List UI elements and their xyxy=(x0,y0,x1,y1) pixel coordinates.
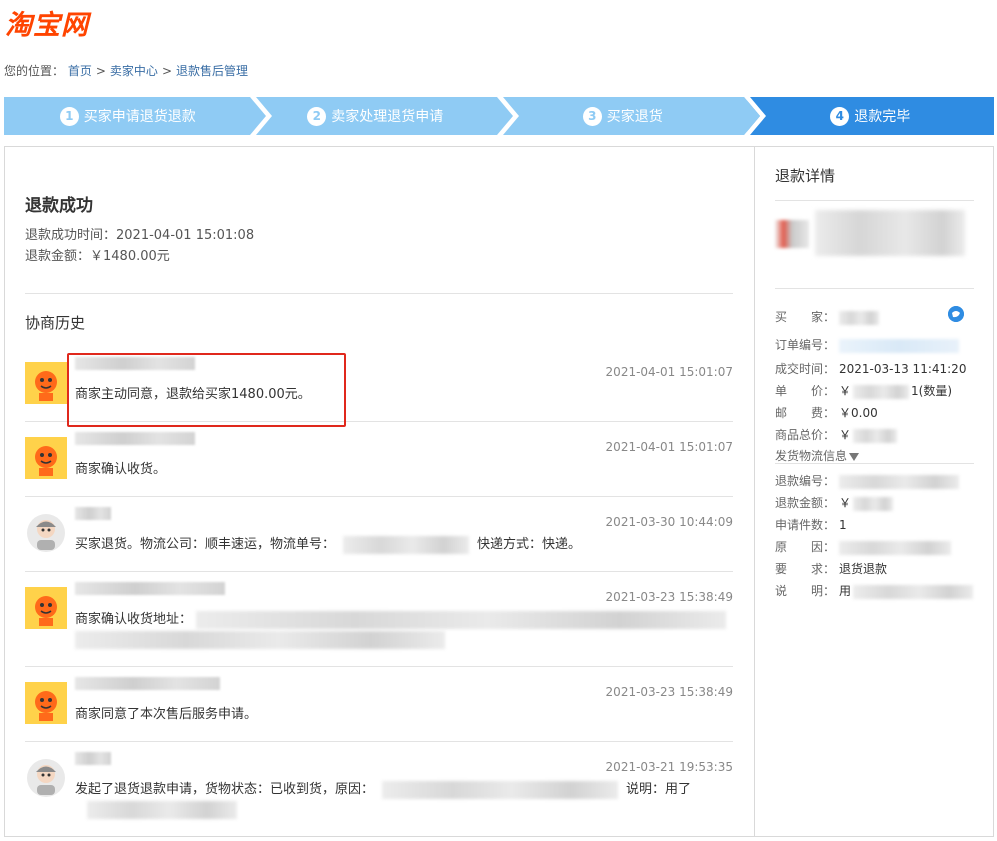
history-record: 2021-03-21 19:53:35 发起了退货退款申请，货物状态：已收到货，… xyxy=(25,749,733,836)
divider xyxy=(775,200,974,201)
step-number: 4 xyxy=(830,106,850,126)
record-time: 2021-04-01 15:01:07 xyxy=(605,440,733,454)
step-label: 退款完毕 xyxy=(854,109,911,125)
detail-unit-price: 单 价： ￥ 1(数量) xyxy=(775,384,953,399)
history-record: 2021-04-01 15:01:07 商家确认收货。 xyxy=(25,429,733,497)
record-time: 2021-03-30 10:44:09 xyxy=(605,515,733,529)
detail-refund-amount: 退款金额： ￥ xyxy=(775,494,894,511)
seller-avatar-icon xyxy=(25,437,67,479)
seller-avatar-icon xyxy=(25,587,67,629)
step-label: 买家申请退货退款 xyxy=(83,109,196,125)
step-number: 3 xyxy=(582,106,602,126)
breadcrumb-sep: > xyxy=(161,64,172,78)
refund-detail-title: 退款详情 xyxy=(775,167,836,185)
product-info-masked[interactable] xyxy=(775,208,970,260)
detail-total-price: 商品总价： ￥ xyxy=(775,426,898,443)
buyer-avatar-icon xyxy=(25,757,67,799)
divider xyxy=(25,666,733,667)
caret-down-icon xyxy=(849,452,860,461)
negotiation-history-title: 协商历史 xyxy=(25,314,86,332)
seller-name-masked xyxy=(75,582,225,595)
divider xyxy=(25,571,733,572)
highlight-box xyxy=(67,353,346,427)
record-time: 2021-03-23 15:38:49 xyxy=(605,590,733,604)
record-message: 商家同意了本次售后服务申请。 xyxy=(75,707,258,722)
detail-buyer: 买 家： xyxy=(775,308,879,325)
refund-success-time: 退款成功时间：2021-04-01 15:01:08 xyxy=(25,228,255,243)
logistics-info-toggle[interactable]: 发货物流信息 xyxy=(775,447,860,464)
record-message: 发起了退货退款申请，货物状态：已收到货，原因： 说明：用了 xyxy=(75,780,692,799)
breadcrumb-sep: > xyxy=(95,64,106,78)
buyer-name-masked xyxy=(75,507,111,520)
description-masked xyxy=(87,801,237,819)
refund-detail-panel: 退款成功 退款成功时间：2021-04-01 15:01:08 退款金额：￥14… xyxy=(4,146,994,837)
tracking-number-masked xyxy=(343,535,470,554)
refund-main-column: 退款成功 退款成功时间：2021-04-01 15:01:08 退款金额：￥14… xyxy=(5,147,754,836)
detail-apply-count: 申请件数： 1 xyxy=(775,518,847,532)
history-record: 2021-03-23 15:38:49 商家同意了本次售后服务申请。 xyxy=(25,674,733,742)
refund-detail-sidebar: 退款详情 买 家： 订单编号： 成交时间： 2021-03-13 11:41:20… xyxy=(754,147,993,836)
address-masked-line2 xyxy=(75,631,445,649)
step-number: 2 xyxy=(307,106,327,126)
detail-request: 要 求： 退货退款 xyxy=(775,562,888,576)
seller-name-masked xyxy=(75,432,195,445)
refund-status-title: 退款成功 xyxy=(25,196,93,216)
step-label: 买家退货 xyxy=(606,109,663,125)
breadcrumb-seller-center[interactable]: 卖家中心 xyxy=(110,64,158,78)
address-masked xyxy=(196,610,727,629)
detail-reason: 原 因： xyxy=(775,538,951,555)
detail-refund-number: 退款编号： xyxy=(775,472,959,489)
detail-deal-time: 成交时间： 2021-03-13 11:41:20 xyxy=(775,362,967,376)
seller-avatar-icon xyxy=(25,362,67,404)
record-message: 商家确认收货地址： xyxy=(75,608,727,629)
step-1: 1 买家申请退货退款 xyxy=(4,97,252,135)
divider xyxy=(25,741,733,742)
record-time: 2021-03-21 19:53:35 xyxy=(605,760,733,774)
history-record: 2021-03-30 10:44:09 买家退货。物流公司：顺丰速运，物流单号：… xyxy=(25,504,733,572)
seller-name-masked xyxy=(75,677,220,690)
record-message: 商家确认收货。 xyxy=(75,462,167,477)
buyer-name-masked xyxy=(75,752,111,765)
step-arrow-icon xyxy=(497,97,519,135)
breadcrumb-prefix: 您的位置： xyxy=(4,64,65,78)
record-time: 2021-04-01 15:01:07 xyxy=(605,365,733,379)
step-label: 卖家处理退货申请 xyxy=(331,109,444,125)
breadcrumb-home[interactable]: 首页 xyxy=(68,64,92,78)
step-number: 1 xyxy=(59,106,79,126)
aliwangwang-chat-icon[interactable] xyxy=(948,306,964,322)
history-record: 2021-03-23 15:38:49 商家确认收货地址： xyxy=(25,579,733,667)
reason-masked xyxy=(382,780,619,799)
detail-order-number: 订单编号： xyxy=(775,336,959,353)
step-2: 2 卖家处理退货申请 xyxy=(251,97,499,135)
record-time: 2021-03-23 15:38:49 xyxy=(605,685,733,699)
breadcrumb-refund-management[interactable]: 退款售后管理 xyxy=(176,64,248,78)
divider xyxy=(775,288,974,289)
record-message: 买家退货。物流公司：顺丰速运，物流单号： 快递方式：快递。 xyxy=(75,535,582,554)
divider xyxy=(25,496,733,497)
divider xyxy=(775,463,974,464)
step-arrow-icon xyxy=(250,97,272,135)
step-3: 3 买家退货 xyxy=(499,97,747,135)
divider xyxy=(25,293,733,294)
refund-progress-steps: 1 买家申请退货退款 2 卖家处理退货申请 3 买家退货 4 退款完毕 xyxy=(4,97,994,135)
detail-postage: 邮 费： ￥0.00 xyxy=(775,406,878,420)
breadcrumb: 您的位置： 首页 > 卖家中心 > 退款售后管理 xyxy=(4,62,248,79)
buyer-avatar-icon xyxy=(25,512,67,554)
detail-description: 说 明：用 xyxy=(775,582,974,599)
taobao-logo[interactable]: 淘宝网 xyxy=(5,3,89,42)
seller-avatar-icon xyxy=(25,682,67,724)
refund-amount: 退款金额：￥1480.00元 xyxy=(25,249,170,264)
step-4-active: 4 退款完毕 xyxy=(746,97,994,135)
step-arrow-icon xyxy=(744,97,766,135)
